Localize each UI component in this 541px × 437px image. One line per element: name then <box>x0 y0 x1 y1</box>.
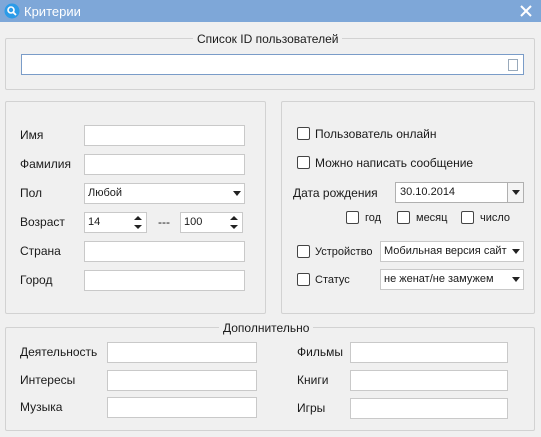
music-label: Музыка <box>20 400 63 414</box>
device-checkbox[interactable] <box>297 245 310 258</box>
device-value: Мобильная версия сайт <box>384 245 507 257</box>
list-icon <box>508 59 518 71</box>
chevron-down-icon <box>512 249 520 254</box>
month-checkbox[interactable] <box>397 211 410 224</box>
can-message-checkbox[interactable] <box>297 156 310 169</box>
birth-date-picker[interactable]: 30.10.2014 <box>395 182 524 203</box>
year-label: год <box>365 212 382 224</box>
month-label: месяц <box>416 212 448 224</box>
country-field[interactable] <box>84 241 245 262</box>
day-label: число <box>480 212 511 224</box>
can-message-label: Можно написать сообщение <box>315 156 474 170</box>
device-select[interactable]: Мобильная версия сайт <box>380 241 524 262</box>
gender-label: Пол <box>20 186 43 200</box>
chevron-down-icon <box>512 277 520 282</box>
title-bar: Критерии <box>0 0 541 22</box>
interests-field[interactable] <box>107 370 257 391</box>
activity-label: Деятельность <box>20 345 98 359</box>
surname-label: Фамилия <box>20 157 71 171</box>
name-label: Имя <box>20 128 44 142</box>
movies-label: Фильмы <box>297 345 343 359</box>
age-to-value: 100 <box>184 216 203 228</box>
games-label: Игры <box>297 401 326 415</box>
day-checkbox[interactable] <box>461 211 474 224</box>
online-label: Пользователь онлайн <box>315 127 437 141</box>
close-icon[interactable] <box>515 1 537 21</box>
age-label: Возраст <box>20 215 65 229</box>
age-from-stepper[interactable]: 14 <box>84 212 147 233</box>
calendar-dropdown-icon[interactable] <box>507 183 523 202</box>
city-label: Город <box>20 273 53 287</box>
spin-up-icon[interactable] <box>132 214 144 223</box>
device-label: Устройство <box>315 246 373 258</box>
gender-value: Любой <box>88 187 123 199</box>
music-field[interactable] <box>107 397 257 418</box>
search-icon <box>4 3 20 19</box>
status-label: Статус <box>315 274 350 286</box>
interests-label: Интересы <box>20 373 76 387</box>
spin-up-icon[interactable] <box>228 214 240 223</box>
surname-field[interactable] <box>84 154 245 175</box>
spin-down-icon[interactable] <box>132 223 144 232</box>
birth-date-label: Дата рождения <box>293 186 378 200</box>
country-label: Страна <box>20 244 61 258</box>
criteria-window: Критерии Список ID пользователей Имя Фам… <box>0 0 541 437</box>
status-select[interactable]: не женат/не замужем <box>380 269 524 290</box>
status-value: не женат/не замужем <box>384 273 494 285</box>
movies-field[interactable] <box>350 342 508 363</box>
games-field[interactable] <box>350 398 508 419</box>
city-field[interactable] <box>84 270 245 291</box>
activity-field[interactable] <box>107 342 257 363</box>
birth-date-value: 30.10.2014 <box>400 186 456 198</box>
id-list-field[interactable] <box>21 54 524 75</box>
age-separator: --- <box>158 215 170 229</box>
chevron-down-icon <box>233 191 241 196</box>
books-field[interactable] <box>350 370 508 391</box>
status-checkbox[interactable] <box>297 273 310 286</box>
id-list-title: Список ID пользователей <box>193 32 343 46</box>
name-field[interactable] <box>84 125 245 146</box>
extra-title: Дополнительно <box>219 321 314 335</box>
window-title: Критерии <box>24 4 81 19</box>
online-checkbox[interactable] <box>297 127 310 140</box>
books-label: Книги <box>297 373 329 387</box>
spin-down-icon[interactable] <box>228 223 240 232</box>
age-to-stepper[interactable]: 100 <box>180 212 243 233</box>
year-checkbox[interactable] <box>346 211 359 224</box>
age-from-value: 14 <box>88 216 101 228</box>
gender-select[interactable]: Любой <box>84 183 245 204</box>
